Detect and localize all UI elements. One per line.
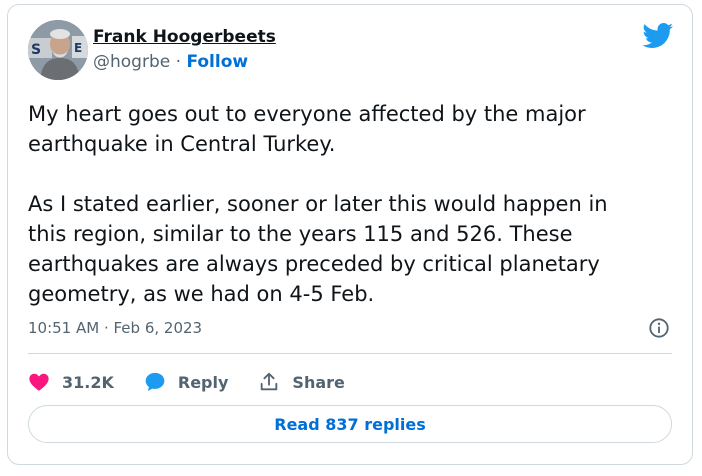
author-block: Frank Hoogerbeets @hogrbe · Follow xyxy=(93,27,276,72)
reply-button[interactable]: Reply xyxy=(144,371,229,393)
author-handle-line: @hogrbe · Follow xyxy=(93,52,276,72)
tweet-card: S E Frank Hoogerbeets @hogrbe · Follow M… xyxy=(7,4,693,465)
info-icon[interactable] xyxy=(648,317,670,339)
author-name[interactable]: Frank Hoogerbeets xyxy=(93,27,276,47)
share-button[interactable]: Share xyxy=(258,371,345,393)
avatar-photo-icon: S E xyxy=(28,20,88,80)
svg-text:S: S xyxy=(31,42,41,58)
like-count: 31.2K xyxy=(62,372,114,392)
follow-button[interactable]: Follow xyxy=(186,52,248,72)
divider xyxy=(28,353,672,354)
author-handle[interactable]: @hogrbe xyxy=(93,52,170,72)
share-label: Share xyxy=(292,372,345,392)
read-replies-button[interactable]: Read 837 replies xyxy=(28,405,672,443)
heart-icon xyxy=(29,373,49,391)
tweet-text: My heart goes out to everyone affected b… xyxy=(28,102,608,306)
action-bar: 31.2K Reply Share xyxy=(28,367,375,397)
speech-bubble-icon xyxy=(145,372,165,391)
like-button[interactable]: 31.2K xyxy=(28,371,114,393)
tweet-timestamp[interactable]: 10:51 AM · Feb 6, 2023 xyxy=(28,319,202,337)
share-icon xyxy=(261,372,278,391)
svg-text:E: E xyxy=(74,41,82,55)
twitter-bird-icon[interactable] xyxy=(642,23,674,49)
handle-separator: · xyxy=(170,52,187,72)
reply-label: Reply xyxy=(177,372,229,392)
author-avatar[interactable]: S E xyxy=(28,20,88,80)
